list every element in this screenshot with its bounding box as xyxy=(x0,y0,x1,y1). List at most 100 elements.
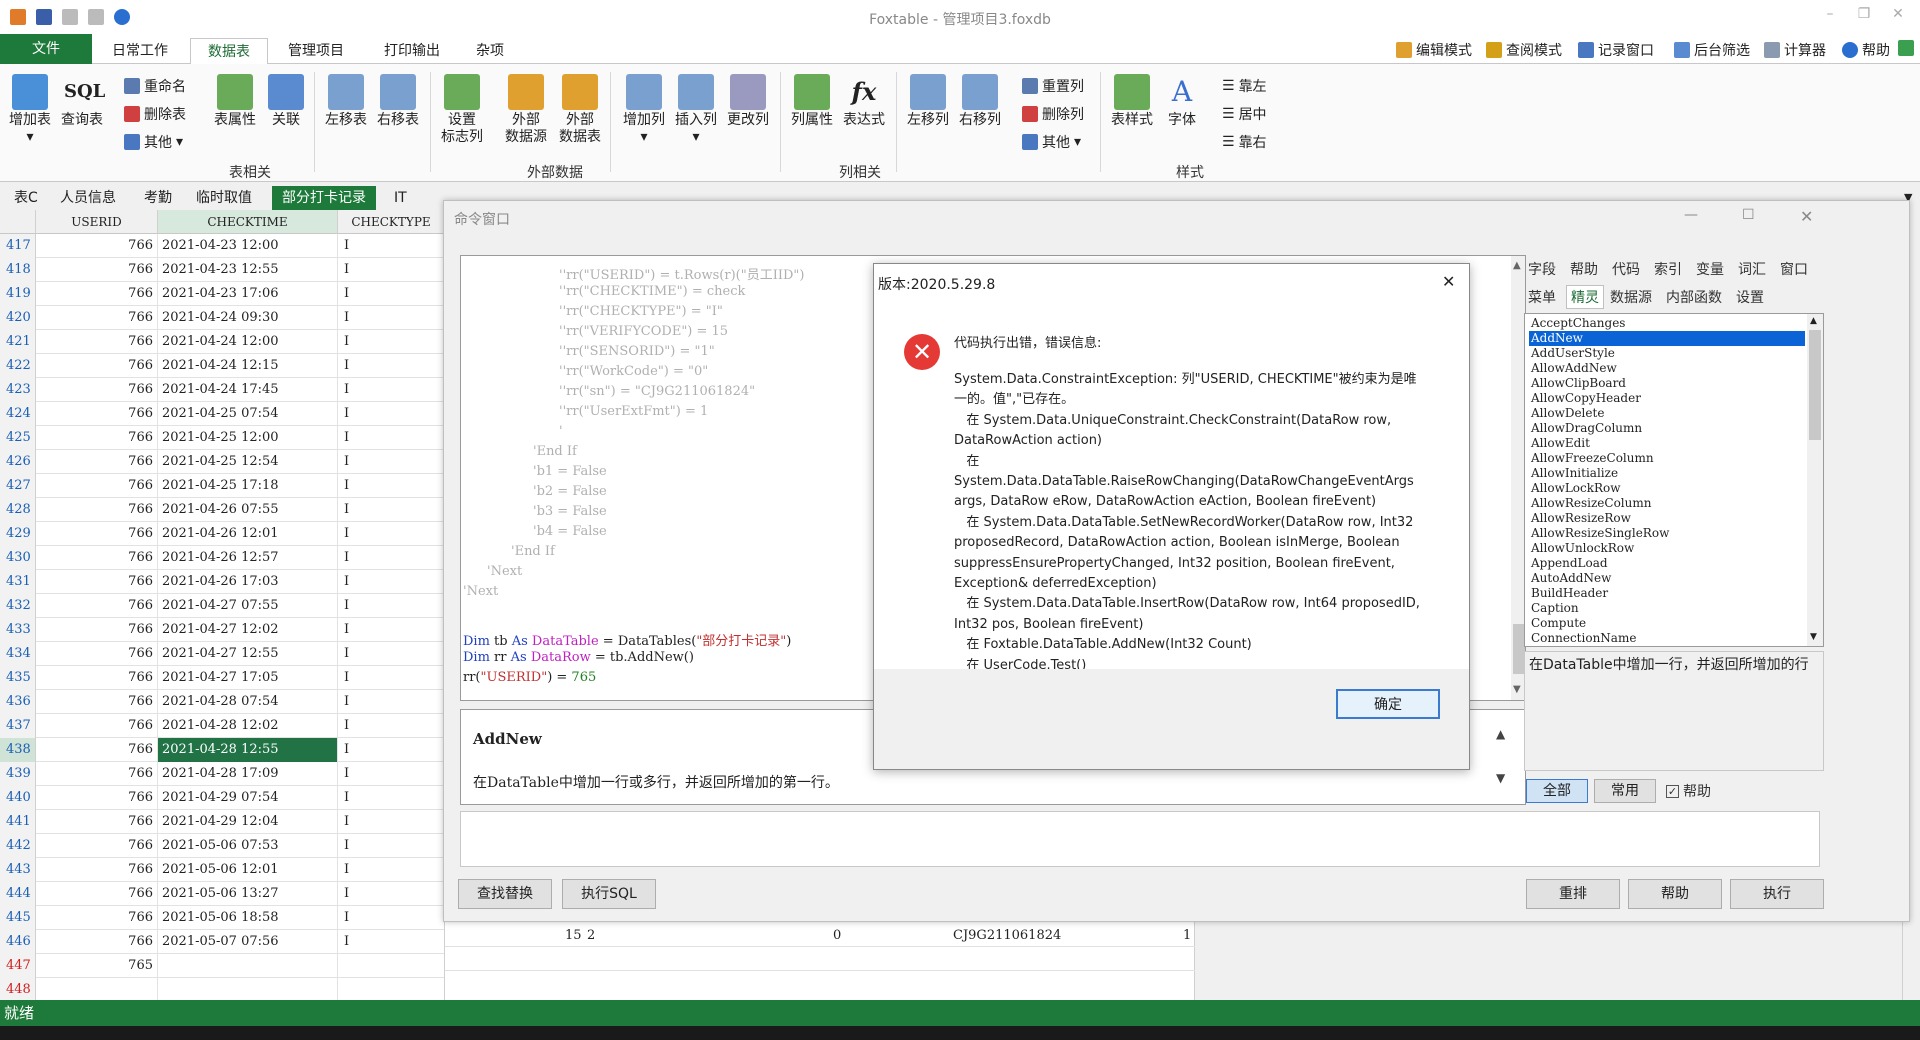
view-mode-button[interactable]: 查阅模式 xyxy=(1486,40,1562,60)
cell-checktime[interactable]: 2021-05-06 18:58 xyxy=(158,906,338,930)
cell-checktime[interactable] xyxy=(158,954,338,978)
row-number[interactable]: 421 xyxy=(0,330,36,354)
cell-userextfmt[interactable]: 1 xyxy=(1183,928,1191,943)
cell-checktype[interactable]: I xyxy=(338,378,444,402)
column-header-userid[interactable]: USERID xyxy=(36,210,158,234)
cell-checktype[interactable]: I xyxy=(338,906,444,930)
cell-checktype[interactable]: I xyxy=(338,258,444,282)
cell-checktype[interactable]: I xyxy=(338,834,444,858)
tab-personnel[interactable]: 人员信息 xyxy=(60,186,116,210)
cell-userid[interactable]: 766 xyxy=(36,810,158,834)
member-item[interactable]: BuildHeader xyxy=(1529,586,1805,601)
member-item[interactable]: AutoAddNew xyxy=(1529,571,1805,586)
row-number[interactable]: 431 xyxy=(0,570,36,594)
side-tab-window[interactable]: 窗口 xyxy=(1780,259,1808,279)
row-number[interactable]: 419 xyxy=(0,282,36,306)
cell-checktime[interactable]: 2021-04-29 07:54 xyxy=(158,786,338,810)
cell-userid[interactable]: 766 xyxy=(36,450,158,474)
row-number[interactable]: 434 xyxy=(0,642,36,666)
column-header-checktime[interactable]: CHECKTIME xyxy=(158,210,338,234)
tab-daily-work[interactable]: 日常工作 xyxy=(108,38,172,64)
set-flag-column-button[interactable]: 设置 标志列 xyxy=(438,74,486,146)
cell-userid[interactable]: 766 xyxy=(36,882,158,906)
edit-mode-button[interactable]: 编辑模式 xyxy=(1396,40,1472,60)
other-table-button[interactable]: 其他 ▾ xyxy=(124,132,183,152)
table-row[interactable]: 427 766 2021-04-25 17:18 I xyxy=(0,474,444,498)
cell-userid[interactable]: 766 xyxy=(36,522,158,546)
member-item[interactable]: ConnectionName xyxy=(1529,631,1805,646)
cell-checktype[interactable]: I xyxy=(338,234,444,258)
cell-userid[interactable]: 766 xyxy=(36,474,158,498)
find-replace-button[interactable]: 查找替换 xyxy=(458,879,552,909)
move-table-left-button[interactable]: 左移表 xyxy=(322,74,370,129)
cell-userid[interactable]: 765 xyxy=(36,954,158,978)
member-item[interactable]: Caption xyxy=(1529,601,1805,616)
cell-checktime[interactable]: 2021-04-26 12:01 xyxy=(158,522,338,546)
table-row[interactable]: 433 766 2021-04-27 12:02 I xyxy=(0,618,444,642)
cmd-help-button[interactable]: 帮助 xyxy=(1628,879,1722,909)
cell-checktime[interactable]: 2021-04-25 07:54 xyxy=(158,402,338,426)
row-number[interactable]: 436 xyxy=(0,690,36,714)
member-item[interactable]: AcceptChanges xyxy=(1529,316,1805,331)
cell-checktype[interactable]: I xyxy=(338,930,444,954)
table-style-button[interactable]: 表样式 xyxy=(1106,74,1158,129)
table-row[interactable]: 440 766 2021-04-29 07:54 I xyxy=(0,786,444,810)
table-row[interactable]: 442 766 2021-05-06 07:53 I xyxy=(0,834,444,858)
cell-checktime[interactable]: 2021-04-26 17:03 xyxy=(158,570,338,594)
tab-print-output[interactable]: 打印输出 xyxy=(380,38,444,64)
cell-userid[interactable]: 766 xyxy=(36,834,158,858)
member-item[interactable]: AllowDragColumn xyxy=(1529,421,1805,436)
cell-checktype[interactable]: I xyxy=(338,594,444,618)
cell-workcode[interactable]: 0 xyxy=(833,928,841,943)
rearrange-button[interactable]: 重排 xyxy=(1526,879,1620,909)
table-row[interactable]: 448 xyxy=(0,978,444,1000)
table-row[interactable]: 423 766 2021-04-24 17:45 I xyxy=(0,378,444,402)
cell-userid[interactable]: 766 xyxy=(36,930,158,954)
row-number[interactable]: 443 xyxy=(0,858,36,882)
cell-checktype[interactable] xyxy=(338,978,444,1000)
member-item[interactable]: Compute xyxy=(1529,616,1805,631)
member-item[interactable]: AddUserStyle xyxy=(1529,346,1805,361)
table-row[interactable]: 418 766 2021-04-23 12:55 I xyxy=(0,258,444,282)
cell-checktype[interactable]: I xyxy=(338,690,444,714)
column-props-button[interactable]: 列属性 xyxy=(786,74,838,129)
row-number[interactable]: 447 xyxy=(0,954,36,978)
side-tab-datasource[interactable]: 数据源 xyxy=(1610,287,1652,307)
tab-manage-project[interactable]: 管理项目 xyxy=(284,38,348,64)
help-scroll-down-icon[interactable]: ▼ xyxy=(1496,771,1505,785)
table-row[interactable]: 436 766 2021-04-28 07:54 I xyxy=(0,690,444,714)
row-number[interactable]: 424 xyxy=(0,402,36,426)
row-number[interactable]: 435 xyxy=(0,666,36,690)
row-number[interactable]: 437 xyxy=(0,714,36,738)
move-table-right-button[interactable]: 右移表 xyxy=(374,74,422,129)
save-icon[interactable] xyxy=(36,9,52,25)
cell-checktime[interactable]: 2021-04-26 12:57 xyxy=(158,546,338,570)
member-item[interactable]: AllowEdit xyxy=(1529,436,1805,451)
cell-checktime[interactable] xyxy=(158,978,338,1000)
cell-userid[interactable]: 766 xyxy=(36,426,158,450)
side-tab-settings[interactable]: 设置 xyxy=(1736,287,1764,307)
external-table-button[interactable]: 外部 数据表 xyxy=(556,74,604,146)
table-row[interactable]: 445 766 2021-05-06 18:58 I xyxy=(0,906,444,930)
cell-checktime[interactable]: 2021-04-29 12:04 xyxy=(158,810,338,834)
cell-checktype[interactable]: I xyxy=(338,450,444,474)
column-header-checktype[interactable]: CHECKTYPE xyxy=(338,210,444,234)
member-item[interactable]: AllowUnlockRow xyxy=(1529,541,1805,556)
member-item[interactable]: AddNew xyxy=(1529,331,1805,346)
cell-checktype[interactable]: I xyxy=(338,858,444,882)
tab-misc[interactable]: 杂项 xyxy=(470,38,510,64)
cell-checktype[interactable]: I xyxy=(338,810,444,834)
cell-userid[interactable]: 766 xyxy=(36,714,158,738)
cell-checktype[interactable]: I xyxy=(338,666,444,690)
table-row[interactable]: 421 766 2021-04-24 12:00 I xyxy=(0,330,444,354)
table-row[interactable]: 419 766 2021-04-23 17:06 I xyxy=(0,282,444,306)
align-right-button[interactable]: ☰ 靠右 xyxy=(1222,132,1267,152)
side-tab-field[interactable]: 字段 xyxy=(1528,259,1556,279)
table-row[interactable]: 437 766 2021-04-28 12:02 I xyxy=(0,714,444,738)
tab-punch-records[interactable]: 部分打卡记录 xyxy=(272,186,376,210)
background-filter-button[interactable]: 后台筛选 xyxy=(1674,40,1750,60)
help-checkbox[interactable]: ✓ 帮助 xyxy=(1666,781,1711,801)
cell-userid[interactable]: 766 xyxy=(36,762,158,786)
cell-checktime[interactable]: 2021-04-23 17:06 xyxy=(158,282,338,306)
row-number[interactable]: 440 xyxy=(0,786,36,810)
